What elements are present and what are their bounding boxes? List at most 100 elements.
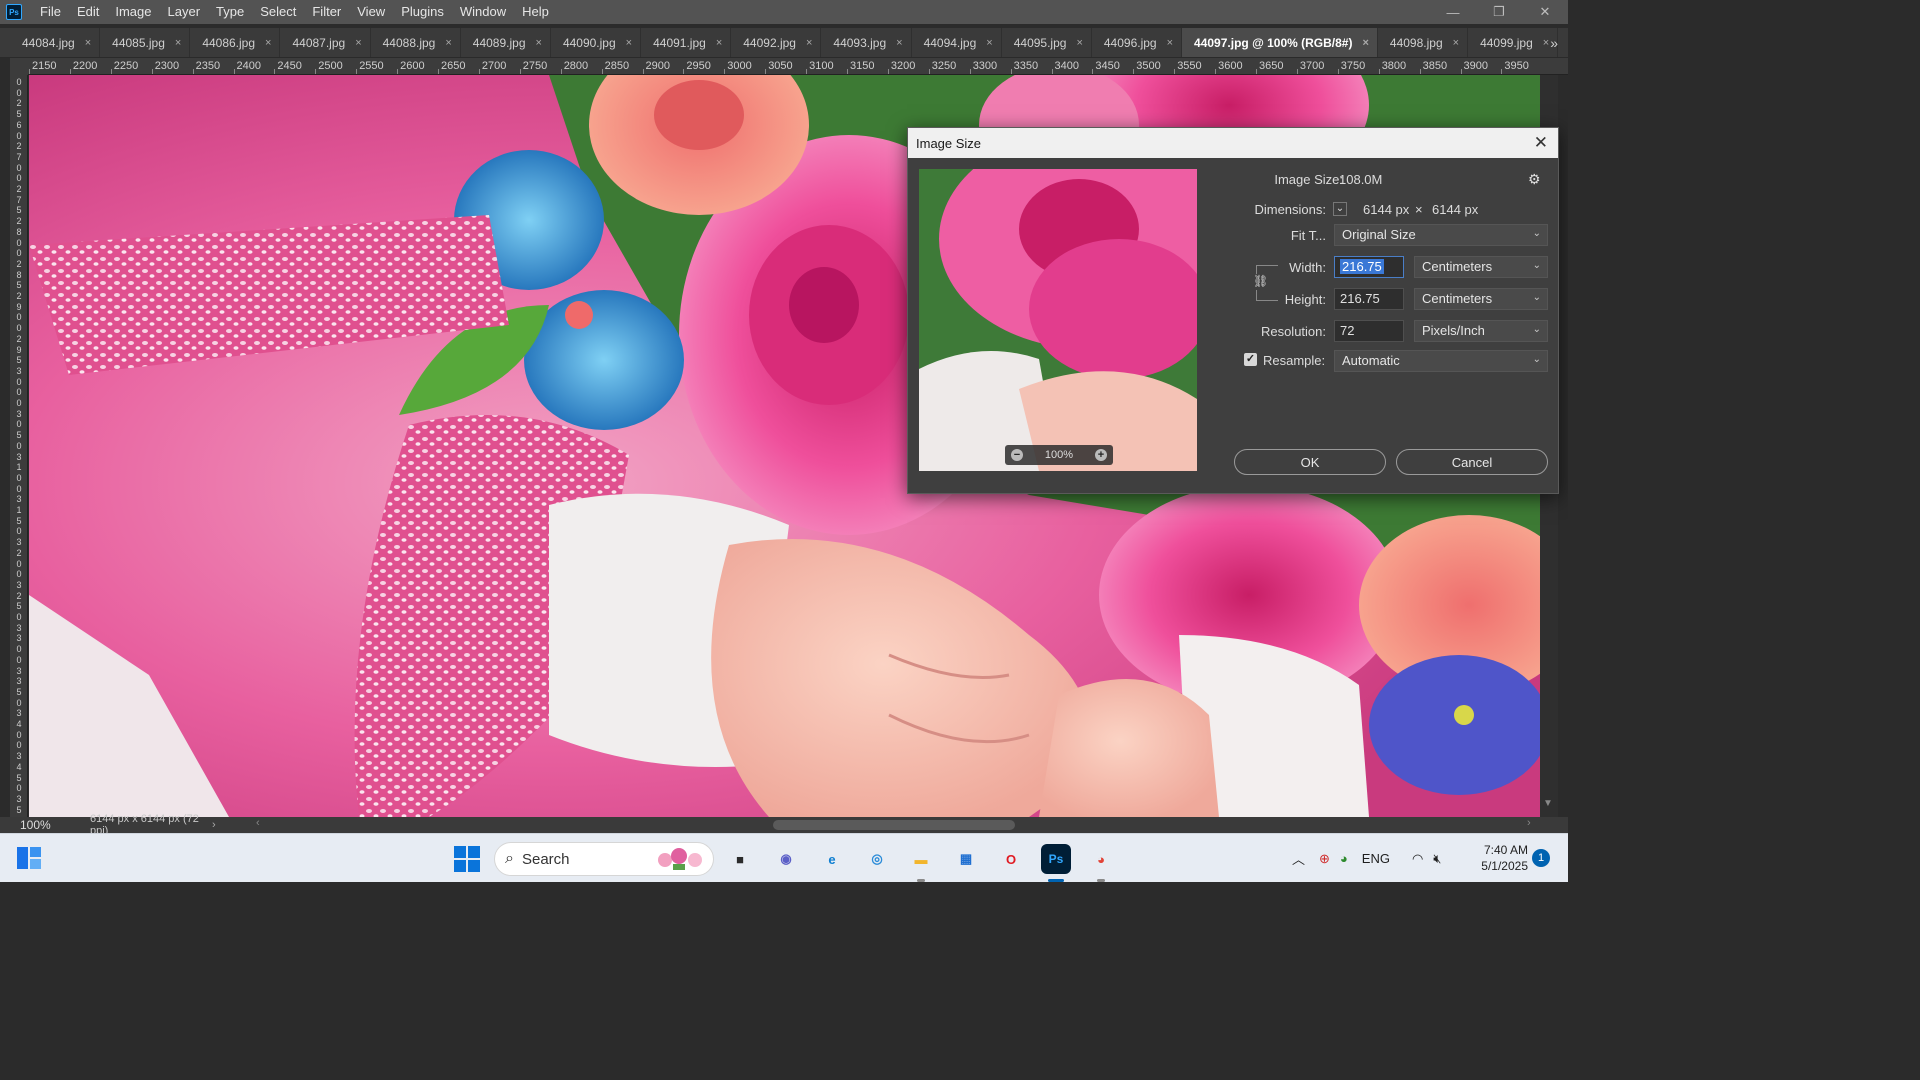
document-tab[interactable]: 44093.jpg × xyxy=(821,28,912,57)
cancel-button[interactable]: Cancel xyxy=(1396,449,1548,475)
tab-close-icon[interactable]: × xyxy=(85,37,91,49)
widgets-icon[interactable] xyxy=(16,846,42,870)
tab-close-icon[interactable]: × xyxy=(1362,37,1368,49)
document-tab[interactable]: 44085.jpg × xyxy=(100,28,191,57)
ruler-digit: 0 xyxy=(16,729,22,740)
menu-help[interactable]: Help xyxy=(514,0,557,24)
width-input[interactable]: 216.75 xyxy=(1334,256,1404,278)
menu-view[interactable]: View xyxy=(349,0,393,24)
tab-close-icon[interactable]: × xyxy=(626,37,632,49)
document-tab[interactable]: 44097.jpg @ 100% (RGB/8#) × xyxy=(1182,28,1378,57)
notification-badge[interactable]: 1 xyxy=(1532,849,1550,867)
vertical-ruler[interactable]: 0025602700275280028529002953000305031003… xyxy=(10,75,28,817)
resample-checkbox[interactable]: ✓ xyxy=(1244,353,1257,366)
document-tab[interactable]: 44098.jpg × xyxy=(1377,28,1469,57)
horizontal-scroll-thumb[interactable] xyxy=(773,820,1015,830)
document-tab[interactable]: 44087.jpg × xyxy=(280,28,371,57)
store-icon[interactable]: ▦ xyxy=(951,844,981,874)
tab-label: 44085.jpg xyxy=(112,35,165,50)
gear-icon[interactable]: ⚙ xyxy=(1528,171,1541,188)
zoom-level-field[interactable]: 100% xyxy=(0,818,62,832)
file-explorer-dark-icon[interactable]: ■ xyxy=(725,844,755,874)
document-tab[interactable]: 44092.jpg × xyxy=(731,28,822,57)
opera-icon[interactable]: O xyxy=(996,844,1026,874)
volume-muted-icon[interactable]: 🔇︎ xyxy=(1433,851,1441,867)
menu-edit[interactable]: Edit xyxy=(69,0,107,24)
tab-close-icon[interactable]: × xyxy=(175,37,181,49)
link-icon[interactable]: ⛓ xyxy=(1253,274,1268,290)
tab-close-icon[interactable]: × xyxy=(986,37,992,49)
wifi-icon[interactable]: ◠ xyxy=(1412,851,1423,867)
horizontal-scrollbar[interactable] xyxy=(258,820,1538,830)
minimize-button[interactable]: — xyxy=(1430,0,1476,24)
ok-button[interactable]: OK xyxy=(1234,449,1386,475)
menu-file[interactable]: File xyxy=(32,0,69,24)
chrome-icon[interactable]: ◕ xyxy=(1086,844,1116,874)
tab-close-icon[interactable]: × xyxy=(716,37,722,49)
document-tab[interactable]: 44088.jpg × xyxy=(370,28,461,57)
scroll-down-arrow-icon[interactable]: ▼ xyxy=(1543,798,1553,809)
document-tab[interactable]: 44089.jpg × xyxy=(460,28,551,57)
document-tab[interactable]: 44095.jpg × xyxy=(1001,28,1092,57)
tab-close-icon[interactable]: × xyxy=(265,37,271,49)
taskbar-clock[interactable]: 7:40 AM 5/1/2025 xyxy=(1468,842,1528,874)
menu-layer[interactable]: Layer xyxy=(160,0,209,24)
tab-close-icon[interactable]: × xyxy=(1167,37,1173,49)
tab-close-icon[interactable]: × xyxy=(355,37,361,49)
dialog-close-icon[interactable]: ✕ xyxy=(1534,133,1548,153)
document-tab[interactable]: 44090.jpg × xyxy=(550,28,642,57)
maximize-button[interactable]: ❐ xyxy=(1476,0,1522,24)
document-tab[interactable]: 44099.jpg × xyxy=(1468,28,1559,57)
weather-icon[interactable]: ◕ xyxy=(1340,851,1348,866)
menu-image[interactable]: Image xyxy=(107,0,159,24)
lens-icon[interactable]: ◎ xyxy=(862,844,892,874)
dimensions-dropdown-icon[interactable]: ⌄ xyxy=(1333,202,1347,216)
vpn-icon[interactable]: ⊕ xyxy=(1319,851,1330,867)
tab-close-icon[interactable]: × xyxy=(445,37,451,49)
taskbar-search-box[interactable]: ⌕ Search xyxy=(494,842,714,876)
tab-close-icon[interactable]: × xyxy=(806,37,812,49)
document-tab[interactable]: 44084.jpg × xyxy=(10,28,101,57)
menu-filter[interactable]: Filter xyxy=(304,0,349,24)
tab-close-icon[interactable]: × xyxy=(896,37,902,49)
document-tab[interactable]: 44086.jpg × xyxy=(190,28,281,57)
status-menu-arrow-icon[interactable]: › xyxy=(212,819,234,831)
width-unit-select[interactable]: Centimeters ⌄ xyxy=(1414,256,1548,278)
resolution-input[interactable]: 72 xyxy=(1334,320,1404,342)
ruler-corner[interactable] xyxy=(10,58,28,75)
image-preview[interactable]: − 100% + xyxy=(919,169,1197,471)
document-tab[interactable]: 44096.jpg × xyxy=(1091,28,1183,57)
ruler-digit: 5 xyxy=(16,109,22,120)
document-tab[interactable]: 44094.jpg × xyxy=(911,28,1002,57)
photoshop-logo-icon[interactable]: Ps xyxy=(6,4,22,20)
zoom-in-icon[interactable]: + xyxy=(1094,449,1107,461)
menu-type[interactable]: Type xyxy=(208,0,252,24)
tab-close-icon[interactable]: × xyxy=(1076,37,1082,49)
folder-icon[interactable]: ▬ xyxy=(906,844,936,874)
ruler-label: 2850 xyxy=(604,60,630,72)
close-window-button[interactable]: ✕ xyxy=(1522,0,1568,24)
resample-select[interactable]: Automatic ⌄ xyxy=(1334,350,1548,372)
fit-to-select[interactable]: Original Size ⌄ xyxy=(1334,224,1548,246)
photoshop-icon[interactable]: Ps xyxy=(1041,844,1071,874)
resolution-unit-select[interactable]: Pixels/Inch ⌄ xyxy=(1414,320,1548,342)
horizontal-ruler[interactable]: 2150 2200 2250 2300 2350 2400 2450 2500 2550 2600… xyxy=(28,58,1568,75)
tab-close-icon[interactable]: × xyxy=(1543,37,1549,49)
document-tab[interactable]: 44091.jpg × xyxy=(641,28,732,57)
height-unit-select[interactable]: Centimeters ⌄ xyxy=(1414,288,1548,310)
teams-icon[interactable]: ◉ xyxy=(771,844,801,874)
tab-overflow-icon[interactable]: » xyxy=(1550,28,1558,58)
start-menu-icon[interactable] xyxy=(454,846,480,872)
tray-overflow-icon[interactable]: ︿ xyxy=(1292,849,1305,868)
menu-select[interactable]: Select xyxy=(252,0,304,24)
dialog-titlebar[interactable]: Image Size ✕ xyxy=(908,128,1558,158)
language-indicator[interactable]: ENG xyxy=(1362,851,1390,866)
height-input[interactable]: 216.75 xyxy=(1334,288,1404,310)
menu-window[interactable]: Window xyxy=(452,0,514,24)
zoom-out-icon[interactable]: − xyxy=(1011,449,1023,461)
tab-close-icon[interactable]: × xyxy=(1453,37,1459,49)
menu-plugins[interactable]: Plugins xyxy=(393,0,452,24)
scroll-right-arrow-icon[interactable]: › xyxy=(1527,817,1531,829)
tab-close-icon[interactable]: × xyxy=(536,37,542,49)
edge-icon[interactable]: e xyxy=(817,844,847,874)
